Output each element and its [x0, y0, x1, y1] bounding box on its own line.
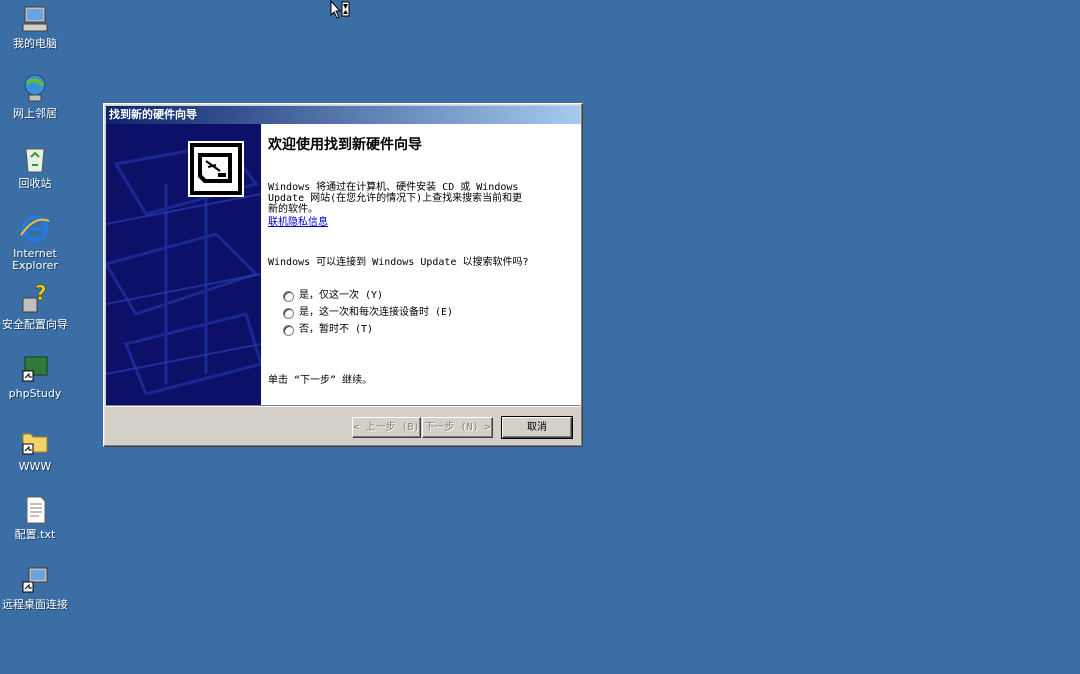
desktop-icon-label: 回收站 — [18, 177, 52, 190]
option-label: 是，这一次和每次连接设备时 (E) — [299, 307, 454, 318]
desktop-icon-recycle-bin[interactable]: 回收站 — [0, 143, 70, 190]
radio-button[interactable] — [283, 324, 294, 336]
option-label: 是，仅这一次 (Y) — [299, 290, 384, 301]
wizard-heading: 欢迎使用找到新硬件向导 — [268, 137, 422, 153]
hardware-card-icon — [188, 141, 244, 197]
back-button[interactable]: < 上一步 (B) — [352, 417, 421, 438]
svg-text:?: ? — [35, 284, 47, 305]
desktop-icon-label: phpStudy — [8, 387, 62, 400]
intro-line-1: Windows 将通过在计算机、硬件安装 CD 或 Windows — [268, 182, 519, 193]
continue-hint: 单击 “下一步” 继续。 — [268, 375, 373, 386]
found-new-hardware-wizard: 找到新的硬件向导 欢迎使用找到新硬件向导 Windows 将通过在计算机、硬件安… — [103, 103, 583, 447]
next-button[interactable]: 下一步 (N) > — [422, 417, 493, 438]
footer-divider — [106, 405, 580, 407]
my-computer-icon — [22, 6, 48, 32]
security-wizard-icon: ? — [22, 284, 47, 313]
recycle-bin-icon — [25, 148, 45, 173]
option-yes-once[interactable]: 是，仅这一次 (Y) — [283, 289, 383, 303]
intro-line-2: Update 网站(在您允许的情况下)上查找来搜索当前和更 — [268, 193, 523, 204]
question-text: Windows 可以连接到 Windows Update 以搜索软件吗? — [268, 257, 529, 268]
desktop-icon-label: 网上邻居 — [13, 107, 57, 120]
busy-cursor-icon — [330, 0, 350, 19]
wizard-content: 欢迎使用找到新硬件向导 Windows 将通过在计算机、硬件安装 CD 或 Wi… — [261, 124, 581, 405]
wizard-side-banner — [106, 124, 261, 405]
option-no[interactable]: 否，暂时不 (T) — [283, 323, 373, 337]
folder-shortcut-icon — [22, 433, 48, 455]
radio-button[interactable] — [283, 307, 294, 319]
remote-desktop-icon — [22, 567, 48, 593]
desktop-icon-my-computer[interactable]: 我的电脑 — [0, 3, 70, 50]
intro-line-3: 新的软件。 — [268, 204, 318, 215]
option-label: 否，暂时不 (T) — [299, 324, 374, 335]
desktop-icon-network-places[interactable]: 网上邻居 — [0, 73, 70, 120]
desktop-icon-config-txt[interactable]: 配置.txt — [0, 494, 70, 541]
desktop-icon-label: 配置.txt — [14, 528, 56, 541]
desktop-icon-label: Internet Explorer — [12, 247, 58, 272]
desktop-icon-label: WWW — [18, 460, 52, 473]
phpstudy-icon — [22, 356, 48, 382]
ie-icon — [20, 215, 50, 243]
desktop-icon-label: 远程桌面连接 — [2, 598, 68, 611]
desktop-icon-internet-explorer[interactable]: Internet Explorer — [0, 213, 70, 272]
cancel-button[interactable]: 取消 — [501, 416, 573, 439]
desktop-icon-label: 我的电脑 — [13, 37, 57, 50]
radio-button[interactable] — [283, 290, 294, 302]
desktop-icon-phpstudy[interactable]: phpStudy — [0, 353, 70, 400]
desktop-icon-security-wizard[interactable]: ? 安全配置向导 — [0, 284, 70, 331]
desktop-icon-remote-desktop[interactable]: 远程桌面连接 — [0, 564, 70, 611]
window-title: 找到新的硬件向导 — [106, 106, 580, 124]
privacy-link[interactable]: 联机隐私信息 — [268, 217, 553, 228]
desktop-icon-www[interactable]: WWW — [0, 426, 70, 473]
network-places-icon — [24, 74, 46, 102]
option-yes-always[interactable]: 是，这一次和每次连接设备时 (E) — [283, 306, 453, 320]
desktop-icon-label: 安全配置向导 — [2, 318, 68, 331]
text-file-icon — [26, 496, 46, 524]
